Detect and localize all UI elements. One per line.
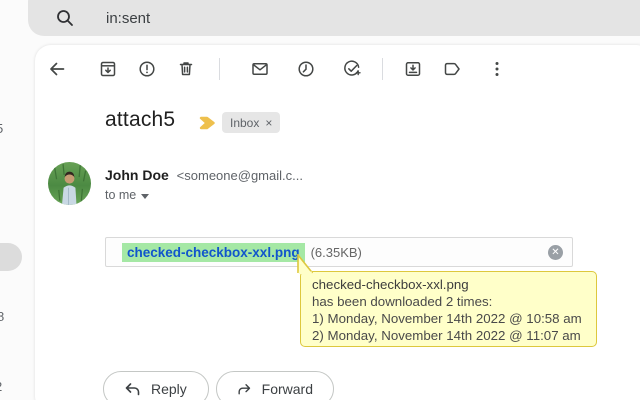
reply-label: Reply (151, 381, 187, 397)
forward-button[interactable]: Forward (216, 371, 334, 400)
report-spam-icon[interactable] (137, 59, 157, 79)
move-to-icon[interactable] (403, 59, 423, 79)
add-to-tasks-icon[interactable] (342, 59, 362, 79)
label-remove-icon[interactable]: × (265, 116, 272, 130)
delete-icon[interactable] (176, 59, 196, 79)
email-subject: attach5 (105, 108, 175, 132)
sender-line: John Doe <someone@gmail.c... (105, 167, 303, 183)
gmail-window: in:sent 5 8 2 attach5 (0, 0, 640, 400)
attachment-row[interactable]: checked-checkbox-xxl.png (6.35KB) ✕ (105, 237, 573, 267)
avatar[interactable] (48, 162, 91, 205)
sender-name[interactable]: John Doe (105, 167, 169, 183)
mark-unread-icon[interactable] (250, 59, 270, 79)
sidebar-count-fragment: 8 (0, 309, 4, 324)
attachment-filename-link[interactable]: checked-checkbox-xxl.png (122, 243, 305, 262)
labels-icon[interactable] (442, 59, 462, 79)
search-icon[interactable] (54, 7, 76, 29)
chevron-down-icon (141, 194, 149, 199)
tooltip-pointer (297, 254, 314, 274)
search-bar[interactable]: in:sent (28, 0, 640, 36)
sidebar-chip-fragment[interactable] (0, 243, 22, 271)
importance-marker-icon[interactable] (199, 116, 216, 130)
archive-icon[interactable] (98, 59, 118, 79)
attachment-remove-icon[interactable]: ✕ (548, 245, 563, 260)
sidebar-count-fragment: 2 (0, 379, 2, 394)
toolbar-divider (219, 58, 220, 80)
reply-button[interactable]: Reply (103, 371, 209, 400)
tooltip-download-2: 2) Monday, November 14th 2022 @ 11:07 am (312, 327, 590, 344)
forward-label: Forward (262, 381, 313, 397)
back-icon[interactable] (47, 59, 67, 79)
label-chip-inbox[interactable]: Inbox × (222, 112, 280, 133)
sender-email: <someone@gmail.c... (177, 168, 303, 183)
more-icon[interactable] (487, 59, 507, 79)
recipient-dropdown[interactable]: to me (105, 188, 149, 202)
reply-arrow-icon (124, 382, 141, 397)
search-input[interactable]: in:sent (106, 10, 150, 27)
download-history-tooltip: checked-checkbox-xxl.png has been downlo… (300, 271, 597, 347)
tooltip-download-1: 1) Monday, November 14th 2022 @ 10:58 am (312, 310, 590, 327)
snooze-icon[interactable] (296, 59, 316, 79)
label-chip-text: Inbox (230, 116, 259, 130)
sidebar-count-fragment: 5 (0, 121, 3, 136)
attachment-size: (6.35KB) (311, 245, 362, 260)
tooltip-summary: has been downloaded 2 times: (312, 293, 590, 310)
tooltip-filename: checked-checkbox-xxl.png (312, 276, 590, 293)
recipient-label: to me (105, 188, 136, 202)
forward-arrow-icon (237, 382, 252, 397)
toolbar-divider (382, 58, 383, 80)
